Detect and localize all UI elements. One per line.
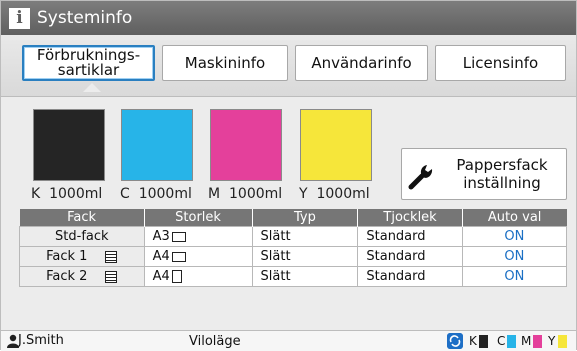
tab-user-info-label: Användarinfo: [311, 53, 412, 72]
paper-tray-settings-button[interactable]: Pappersfack inställning: [401, 148, 567, 200]
status-bar: J.Smith Viloläge K C M Y: [1, 330, 576, 351]
ink-swatch-black: [33, 109, 105, 181]
tray-thickness: Standard: [357, 246, 463, 267]
ink-label-yellow: Y 1000ml: [299, 186, 370, 202]
table-row[interactable]: Fack 1 A4 Slätt Standard ON: [19, 246, 568, 267]
tray-size: A3: [143, 226, 253, 247]
ink-indicator-k-label: K: [469, 334, 477, 348]
table-row[interactable]: Std-fack A3 Slätt Standard ON: [19, 226, 568, 247]
ink-swatch-yellow: [300, 109, 372, 181]
tray-size: A4: [143, 246, 253, 267]
info-icon: i: [9, 7, 30, 29]
paper-tray-settings-label: Pappersfack inställning: [456, 156, 548, 192]
tray-name: Fack 1: [19, 246, 145, 267]
title-bar: i Systeminfo: [1, 1, 576, 35]
tray-auto: ON: [461, 226, 568, 247]
ink-indicator-c-label: C: [497, 334, 506, 348]
tab-bar: Förbruknings-sartiklar Maskininfo Använd…: [1, 35, 576, 97]
tab-machine-info-label: Maskininfo: [184, 53, 266, 72]
tray-thickness: Standard: [357, 226, 463, 247]
tray-thickness: Standard: [357, 266, 463, 287]
tray-name: Std-fack: [19, 226, 145, 247]
landscape-paper-icon: [171, 251, 186, 262]
tray-size: A4: [143, 266, 253, 287]
system-info-window: i Systeminfo Förbruknings-sartiklar Mask…: [0, 0, 577, 351]
tray-auto: ON: [461, 266, 568, 287]
user-name[interactable]: J.Smith: [18, 333, 64, 348]
tray-auto: ON: [461, 246, 568, 267]
table-header-row: Fack Storlek Typ Tjocklek Auto val: [19, 209, 567, 227]
ink-indicator-c: [507, 335, 516, 348]
tray-type: Slätt: [251, 246, 359, 267]
ink-label-cyan: C 1000ml: [120, 186, 192, 202]
tab-license-info[interactable]: Licensinfo: [435, 45, 566, 81]
paper-stack-icon: [105, 250, 118, 263]
col-header-auto: Auto val: [462, 209, 567, 227]
col-header-thickness: Tjocklek: [357, 209, 463, 227]
ink-indicator-m-label: M: [521, 334, 532, 348]
sync-icon[interactable]: [447, 333, 463, 349]
mode-status: Viloläge: [189, 334, 241, 349]
ink-swatch-magenta: [210, 109, 282, 181]
ink-label-magenta: M 1000ml: [208, 186, 283, 202]
portrait-paper-icon: [171, 270, 182, 283]
paper-stack-icon: [105, 270, 118, 283]
table-row[interactable]: Fack 2 A4 Slätt Standard ON: [19, 266, 568, 287]
col-header-fack: Fack: [19, 209, 145, 227]
col-header-type: Typ: [252, 209, 359, 227]
tray-name: Fack 2: [19, 266, 145, 287]
landscape-paper-icon: [171, 231, 186, 242]
wrench-icon: [408, 165, 433, 190]
ink-indicator-y: [558, 335, 567, 348]
col-header-size: Storlek: [144, 209, 253, 227]
active-tab-pointer: [82, 82, 102, 92]
tab-user-info[interactable]: Användarinfo: [295, 45, 428, 81]
tab-consumables-label: Förbruknings-sartiklar: [36, 46, 141, 79]
ink-indicator-y-label: Y: [548, 334, 556, 348]
window-title: Systeminfo: [37, 8, 133, 28]
ink-indicator-k: [479, 335, 488, 348]
tab-machine-info[interactable]: Maskininfo: [162, 45, 288, 81]
ink-indicator-m: [533, 335, 542, 348]
tray-type: Slätt: [251, 226, 359, 247]
tab-consumables[interactable]: Förbruknings-sartiklar: [22, 45, 155, 81]
tray-type: Slätt: [251, 266, 359, 287]
ink-label-black: K 1000ml: [31, 186, 103, 202]
tab-license-info-label: Licensinfo: [462, 53, 539, 72]
ink-swatch-cyan: [121, 109, 193, 181]
tray-table: Fack Storlek Typ Tjocklek Auto val Std-f…: [19, 209, 568, 287]
